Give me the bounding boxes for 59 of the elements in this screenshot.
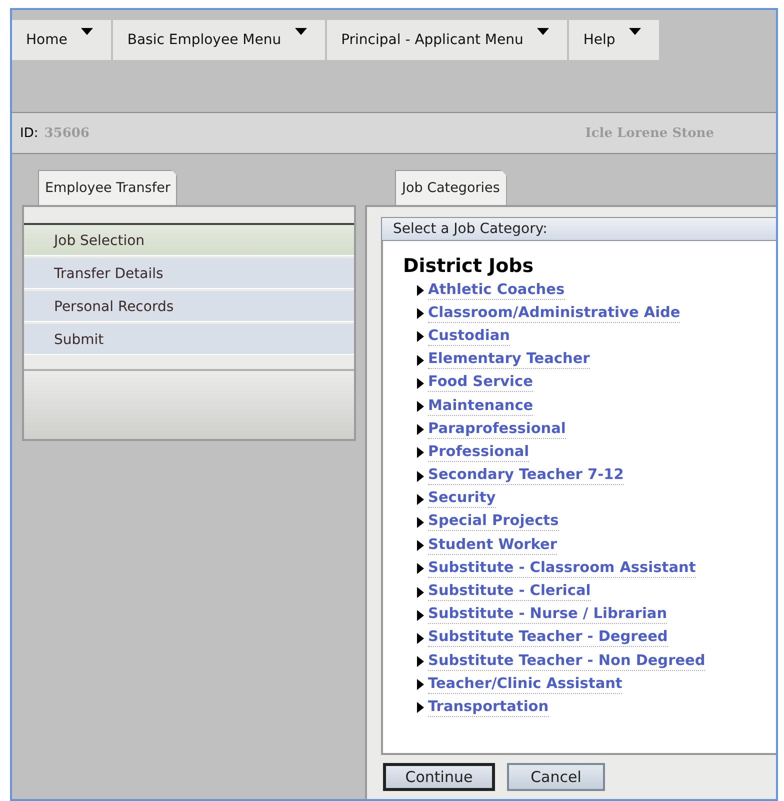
bullet-icon [417,656,424,668]
category-link[interactable]: Transportation [428,698,549,717]
bullet-icon [417,516,424,528]
category-link[interactable]: Substitute - Nurse / Librarian [428,606,668,624]
bullet-icon [417,586,424,598]
step-item[interactable]: Job Selection [24,225,354,256]
menu-item[interactable]: Home [12,20,112,60]
panel-header: Select a Job Category: [381,217,776,241]
category-link[interactable]: Substitute - Clerical [428,583,591,602]
bullet-icon [417,679,424,690]
category-link[interactable]: Student Worker [428,536,558,555]
category-link[interactable]: Classroom/Administrative Aide [428,304,680,323]
bullet-icon [417,494,424,505]
bullet-icon [417,563,424,574]
step-item[interactable]: Submit [24,324,354,355]
group-title: District Jobs [403,255,535,277]
caret-icon [537,28,550,34]
bullet-icon [417,331,424,342]
category-link[interactable]: Substitute Teacher - Non Degreed [428,652,706,671]
category-link[interactable]: Secondary Teacher 7-12 [428,467,624,486]
bullet-icon [417,424,424,436]
category-link[interactable]: Professional [428,444,530,462]
category-link[interactable]: Athletic Coaches [428,282,565,300]
bullet-icon [417,540,424,552]
employee-name: Icle Lorene Stone [585,126,714,140]
category-link[interactable]: Maintenance [428,398,534,416]
category-link[interactable]: Elementary Teacher [428,351,590,370]
bullet-icon [417,470,424,482]
caret-icon [295,28,308,34]
step-item[interactable]: Personal Records [24,291,354,322]
category-link[interactable]: Teacher/Clinic Assistant [428,676,622,694]
category-link[interactable]: Food Service [428,374,533,392]
bullet-icon [417,702,424,714]
bullet-icon [417,401,424,412]
panel-tab[interactable]: Job Categories [395,170,507,205]
category-link[interactable]: Substitute Teacher - Degreed [428,629,668,648]
bullet-icon [417,610,424,621]
panel-tab[interactable]: Employee Transfer [38,170,178,205]
continue-button[interactable]: Continue [383,763,495,791]
menu-item[interactable]: Basic Employee Menu [113,20,326,60]
menu-item[interactable]: Principal - Applicant Menu [327,20,568,60]
category-link[interactable]: Security [428,490,496,508]
id-value: 35606 [44,126,90,140]
category-link[interactable]: Special Projects [428,513,559,532]
bullet-icon [417,354,424,366]
cancel-button[interactable]: Cancel [507,763,605,791]
bullet-icon [417,378,424,389]
category-link[interactable]: Substitute - Classroom Assistant [428,560,696,578]
category-link[interactable]: Paraprofessional [428,420,566,439]
step-item[interactable]: Transfer Details [24,258,354,289]
menu-item[interactable]: Help [569,20,660,60]
id-label: ID: [20,126,38,140]
category-link[interactable]: Custodian [428,328,510,346]
bullet-icon [417,308,424,320]
caret-icon [81,28,94,34]
caret-icon [629,28,642,34]
bullet-icon [417,285,424,296]
bullet-icon [417,447,424,458]
bullet-icon [417,632,424,644]
